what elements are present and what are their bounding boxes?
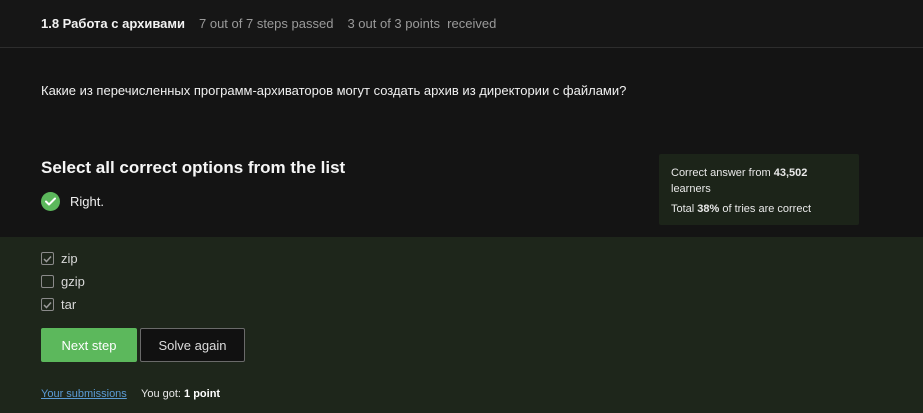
- checkbox-checked-icon[interactable]: [41, 298, 54, 311]
- option-label: zip: [61, 251, 78, 266]
- answer-area: [0, 237, 923, 413]
- instruction-title: Select all correct options from the list: [41, 158, 346, 177]
- option-label: tar: [61, 297, 77, 312]
- score-prefix: You got:: [141, 388, 185, 400]
- score-value: 1 point: [184, 388, 221, 400]
- score-result: You got: 1 point: [141, 388, 220, 400]
- stats-total-suffix: of tries are correct: [719, 203, 812, 215]
- learners-count: 43,502: [773, 167, 808, 179]
- stats-learners-line: Correct answer from 43,502 learners: [671, 165, 847, 197]
- next-step-button[interactable]: Next step: [41, 328, 137, 362]
- check-circle-icon: [41, 192, 60, 211]
- your-submissions-link[interactable]: Your submissions: [41, 388, 127, 400]
- percent-correct: 38%: [697, 203, 720, 215]
- stats-panel: Correct answer from 43,502 learners Tota…: [659, 154, 859, 225]
- stats-learners-word: learners: [671, 183, 711, 195]
- step-header: 1.8 Работа с архивами 7 out of 7 steps p…: [0, 0, 923, 48]
- checkbox-unchecked-icon[interactable]: [41, 275, 54, 288]
- option-tar[interactable]: tar: [41, 297, 76, 312]
- lesson-title: 1.8 Работа с архивами: [41, 16, 185, 31]
- option-zip[interactable]: zip: [41, 251, 78, 266]
- stats-percent-line: Total 38% of tries are correct: [671, 201, 847, 217]
- result-text: Right.: [70, 194, 104, 209]
- solve-again-button[interactable]: Solve again: [140, 328, 245, 362]
- stats-prefix: Correct answer from: [671, 167, 774, 179]
- steps-status: 7 out of 7 steps passed: [199, 16, 334, 31]
- points-status: 3 out of 3 points received: [347, 16, 497, 31]
- result-row: Right.: [41, 192, 104, 211]
- stats-total-prefix: Total: [671, 203, 698, 215]
- checkbox-checked-icon[interactable]: [41, 252, 54, 265]
- question-text: Какие из перечисленных программ-архивато…: [41, 83, 627, 98]
- option-gzip[interactable]: gzip: [41, 274, 85, 289]
- option-label: gzip: [61, 274, 85, 289]
